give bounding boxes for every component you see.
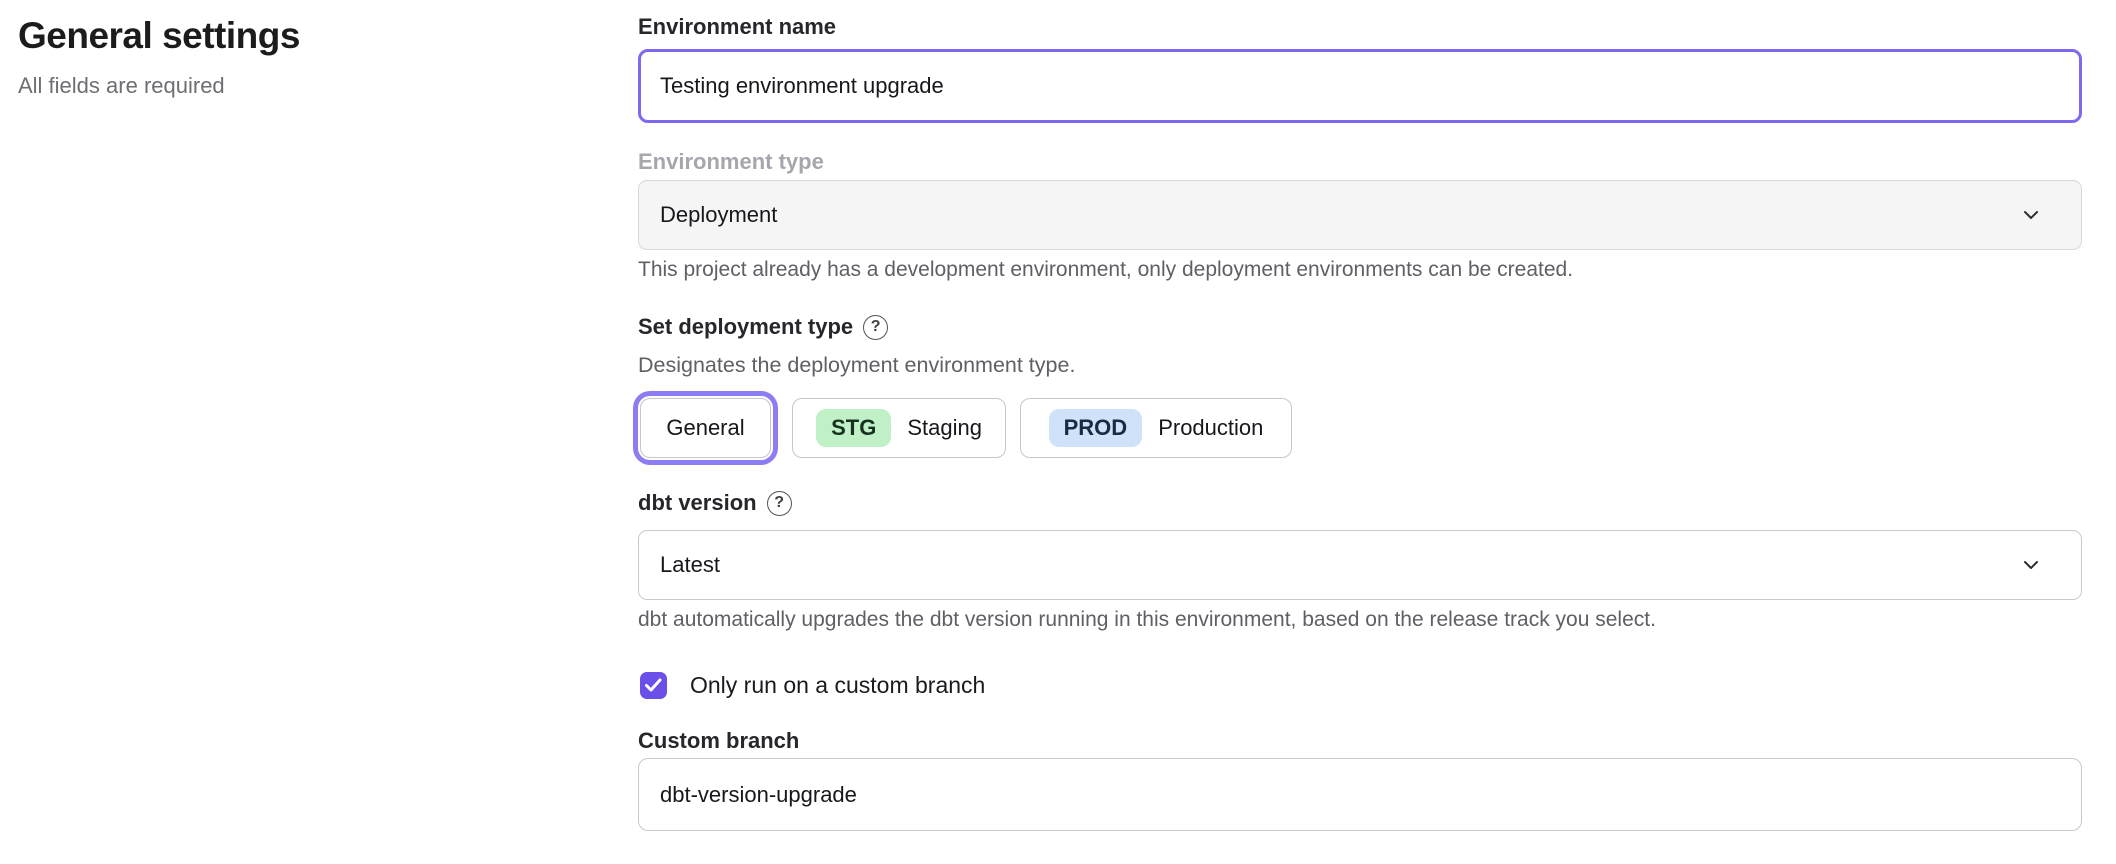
deployment-type-label-text: Set deployment type	[638, 313, 853, 341]
section-header: General settings All fields are required	[18, 14, 578, 101]
deployment-type-general-label: General	[666, 415, 744, 441]
environment-settings-page: General settings All fields are required…	[0, 0, 2116, 864]
deployment-type-production-label: Production	[1158, 415, 1263, 441]
custom-branch-field-wrap	[638, 758, 2082, 831]
dbt-version-label: dbt version ?	[638, 489, 2082, 517]
deployment-type-label: Set deployment type ?	[638, 313, 2082, 341]
stg-badge: STG	[816, 409, 891, 447]
chevron-down-icon	[2020, 554, 2042, 576]
environment-name-field-wrap	[638, 49, 2082, 123]
custom-branch-checkbox-label: Only run on a custom branch	[690, 672, 985, 699]
custom-branch-label: Custom branch	[638, 727, 2082, 755]
deployment-type-production-button[interactable]: PROD Production	[1020, 398, 1292, 458]
deployment-type-general-button[interactable]: General	[640, 398, 771, 458]
prod-badge: PROD	[1049, 409, 1143, 447]
settings-form: Environment name Environment type Deploy…	[638, 0, 2082, 864]
environment-type-helper: This project already has a development e…	[638, 256, 2082, 283]
dbt-version-helper: dbt automatically upgrades the dbt versi…	[638, 606, 2082, 633]
custom-branch-input[interactable]	[638, 758, 2082, 831]
page-title: General settings	[18, 14, 578, 58]
environment-name-label: Environment name	[638, 13, 2082, 41]
chevron-down-icon	[2020, 204, 2042, 226]
deployment-type-staging-label: Staging	[907, 415, 982, 441]
environment-type-select: Deployment	[638, 180, 2082, 250]
environment-type-value: Deployment	[660, 202, 2020, 228]
environment-type-label: Environment type	[638, 148, 2082, 176]
custom-branch-checkbox-row: Only run on a custom branch	[640, 668, 2084, 702]
dbt-version-label-text: dbt version	[638, 489, 757, 517]
custom-branch-checkbox[interactable]	[640, 672, 667, 699]
help-icon[interactable]: ?	[767, 491, 792, 516]
deployment-type-options: General STG Staging PROD Production	[638, 396, 2082, 460]
dbt-version-value: Latest	[660, 552, 2020, 578]
deployment-type-helper: Designates the deployment environment ty…	[638, 352, 2082, 379]
deployment-type-staging-button[interactable]: STG Staging	[792, 398, 1006, 458]
dbt-version-select[interactable]: Latest	[638, 530, 2082, 600]
page-subtitle: All fields are required	[18, 72, 578, 101]
environment-name-input[interactable]	[638, 49, 2082, 123]
help-icon[interactable]: ?	[863, 315, 888, 340]
check-icon	[645, 678, 662, 692]
